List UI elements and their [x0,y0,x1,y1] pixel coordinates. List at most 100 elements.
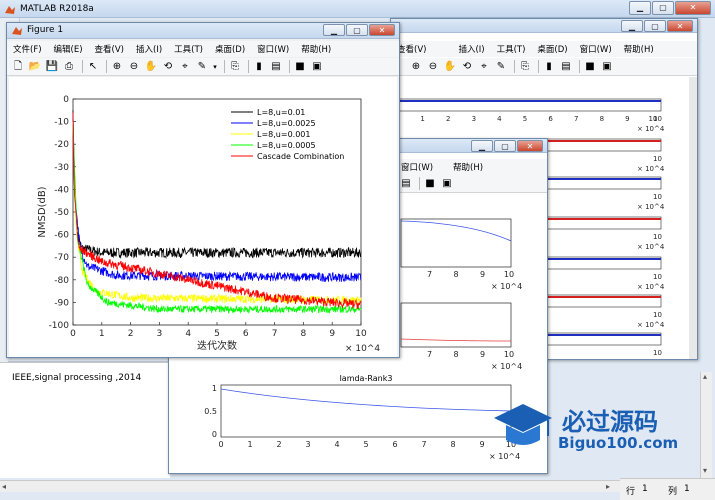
x-tick-label: 6 [243,329,249,339]
x-tick-label: 3 [157,329,163,339]
y-tick-label: -20 [54,140,69,150]
new-figure-icon[interactable]: 🗋 [11,60,25,74]
toolbar-separator [106,60,107,73]
menu-insert[interactable]: 插入(I) [452,43,490,55]
toolbar-separator [82,60,83,73]
subplot1-x-tick-label: 9 [480,270,485,279]
maximize-button[interactable]: ▢ [494,140,516,152]
back-strip-exponent: × 10^4 [637,243,665,251]
brush-dropdown-icon[interactable]: ▾ [212,60,218,74]
menu-tools[interactable]: 工具(T) [491,43,532,55]
menu-window[interactable]: 窗口(W) [251,43,295,55]
hide-tools-icon[interactable]: ■ [423,177,437,191]
back-x-tick-label: 6 [548,115,553,123]
menu-tools[interactable]: 工具(T) [168,43,209,55]
minimize-button[interactable]: ▁ [621,20,643,32]
subplot2-x-tick-label: 8 [453,350,458,359]
hide-tools-icon[interactable]: ■ [293,60,307,74]
brush-icon[interactable]: ✎ [195,60,209,74]
legend-icon[interactable]: ▤ [269,60,283,74]
hide-tools-icon[interactable]: ■ [583,60,597,74]
rotate-icon[interactable]: ⟲ [460,60,474,74]
zoom-in-icon[interactable]: ⊕ [409,60,423,74]
close-button[interactable]: ✕ [369,24,395,36]
back-x-tick-label: 9 [625,115,629,123]
subplot1-axes [400,218,512,268]
legend-icon[interactable]: ▤ [559,60,573,74]
y-tick-label: -40 [54,185,69,195]
toolbar-separator [579,60,580,73]
menu-edit[interactable]: 编辑(E) [48,43,89,55]
subplot1-exponent: × 10^4 [491,282,522,291]
back-x-tick-label: 7 [574,115,578,123]
figure-mid-controls: ▁ ▢ ✕ [470,140,543,154]
save-icon[interactable]: 💾 [45,60,59,74]
zoom-in-icon[interactable]: ⊕ [110,60,124,74]
brush-icon[interactable]: ✎ [494,60,508,74]
open-file-icon[interactable]: 📂 [28,60,42,74]
legend-icon[interactable]: ▤ [399,177,413,191]
close-button[interactable]: ✕ [667,20,693,32]
watermark-brand: 必过源码 [562,408,658,436]
rotate-icon[interactable]: ⟲ [161,60,175,74]
x-tick-label: 9 [329,329,335,339]
link-icon[interactable]: ⎘ [228,60,242,74]
x-tick-label: 10 [355,329,367,339]
nmsd-chart: 0 1 2 3 4 5 6 7 8 9 10 0 -10 -20 -30 -40 -50 -60 -70 -80 -90… [37,95,380,354]
zoom-out-icon[interactable]: ⊖ [127,60,141,74]
editor-text-line: IEEE,signal processing ,2014 [12,373,142,383]
minimize-button[interactable]: ▁ [471,140,493,152]
back-strip-exponent: × 10^4 [637,125,665,133]
menu-insert[interactable]: 插入(I) [130,43,168,55]
figure1-titlebar: Figure 1 ▁ ▢ ✕ [7,23,399,39]
datatip-icon[interactable]: ⌖ [178,60,192,74]
link-icon[interactable]: ⎘ [518,60,532,74]
status-bar: 行 1 列 1 [620,478,715,500]
menu-desktop[interactable]: 桌面(D) [209,43,251,55]
scroll-right-arrow[interactable]: ▸ [606,482,616,492]
subplot3-x-tick-label: 5 [363,440,368,449]
scroll-down-arrow[interactable]: ▾ [703,466,707,475]
zoom-out-icon[interactable]: ⊖ [426,60,440,74]
horizontal-scrollbar[interactable]: ◂ ▸ [0,480,620,492]
pan-icon[interactable]: ✋ [144,60,158,74]
figure-back-scrollbar[interactable] [689,77,697,359]
editor-text-area[interactable]: IEEE,signal processing ,2014 [0,362,170,478]
show-tools-icon[interactable]: ▣ [310,60,324,74]
back-x-tick-label: 1 [420,115,424,123]
y-tick-label: -60 [54,231,69,241]
menu-help[interactable]: 帮助(H) [618,43,660,55]
menu-help[interactable]: 帮助(H) [295,43,337,55]
subplot3-title: lamda-Rank3 [340,374,393,383]
maximize-button[interactable]: ▢ [652,1,674,15]
x-axis-label: 迭代次数 [197,339,237,352]
close-button[interactable]: ✕ [517,140,543,152]
colorbar-icon[interactable]: ▮ [542,60,556,74]
figure-back-menubar: 查看(V) 插入(I) 工具(T) 桌面(D) 窗口(W) 帮助(H) [391,41,697,57]
datatip-icon[interactable]: ⌖ [477,60,491,74]
scroll-up-arrow[interactable]: ▴ [703,372,707,381]
edit-plot-icon[interactable]: ↖ [86,60,100,74]
figure1-canvas: 0 1 2 3 4 5 6 7 8 9 10 0 -10 -20 -30 -40 -50 -60 -70 -80 -90… [9,77,397,357]
y-axis-label: NMSD(dB) [37,186,48,237]
show-tools-icon[interactable]: ▣ [440,177,454,191]
scroll-left-arrow[interactable]: ◂ [2,482,12,492]
minimize-button[interactable]: ▁ [629,1,651,15]
maximize-button[interactable]: ▢ [644,20,666,32]
maximize-button[interactable]: ▢ [346,24,368,36]
menu-view[interactable]: 查看(V) [89,43,130,55]
figure-back-titlebar: ▁ ▢ ✕ [391,19,697,33]
pan-icon[interactable]: ✋ [443,60,457,74]
back-x-tick-label: 5 [523,115,527,123]
colorbar-icon[interactable]: ▮ [252,60,266,74]
menu-help[interactable]: 帮助(H) [447,161,489,173]
close-button[interactable]: ✕ [675,1,711,15]
menu-window[interactable]: 窗口(W) [395,161,439,173]
print-icon[interactable]: ⎙ [62,60,76,74]
minimize-button[interactable]: ▁ [323,24,345,36]
show-tools-icon[interactable]: ▣ [600,60,614,74]
menu-file[interactable]: 文件(F) [7,43,48,55]
vertical-scrollbar[interactable]: ▴ ▾ [700,372,712,478]
menu-desktop[interactable]: 桌面(D) [531,43,573,55]
menu-window[interactable]: 窗口(W) [574,43,618,55]
